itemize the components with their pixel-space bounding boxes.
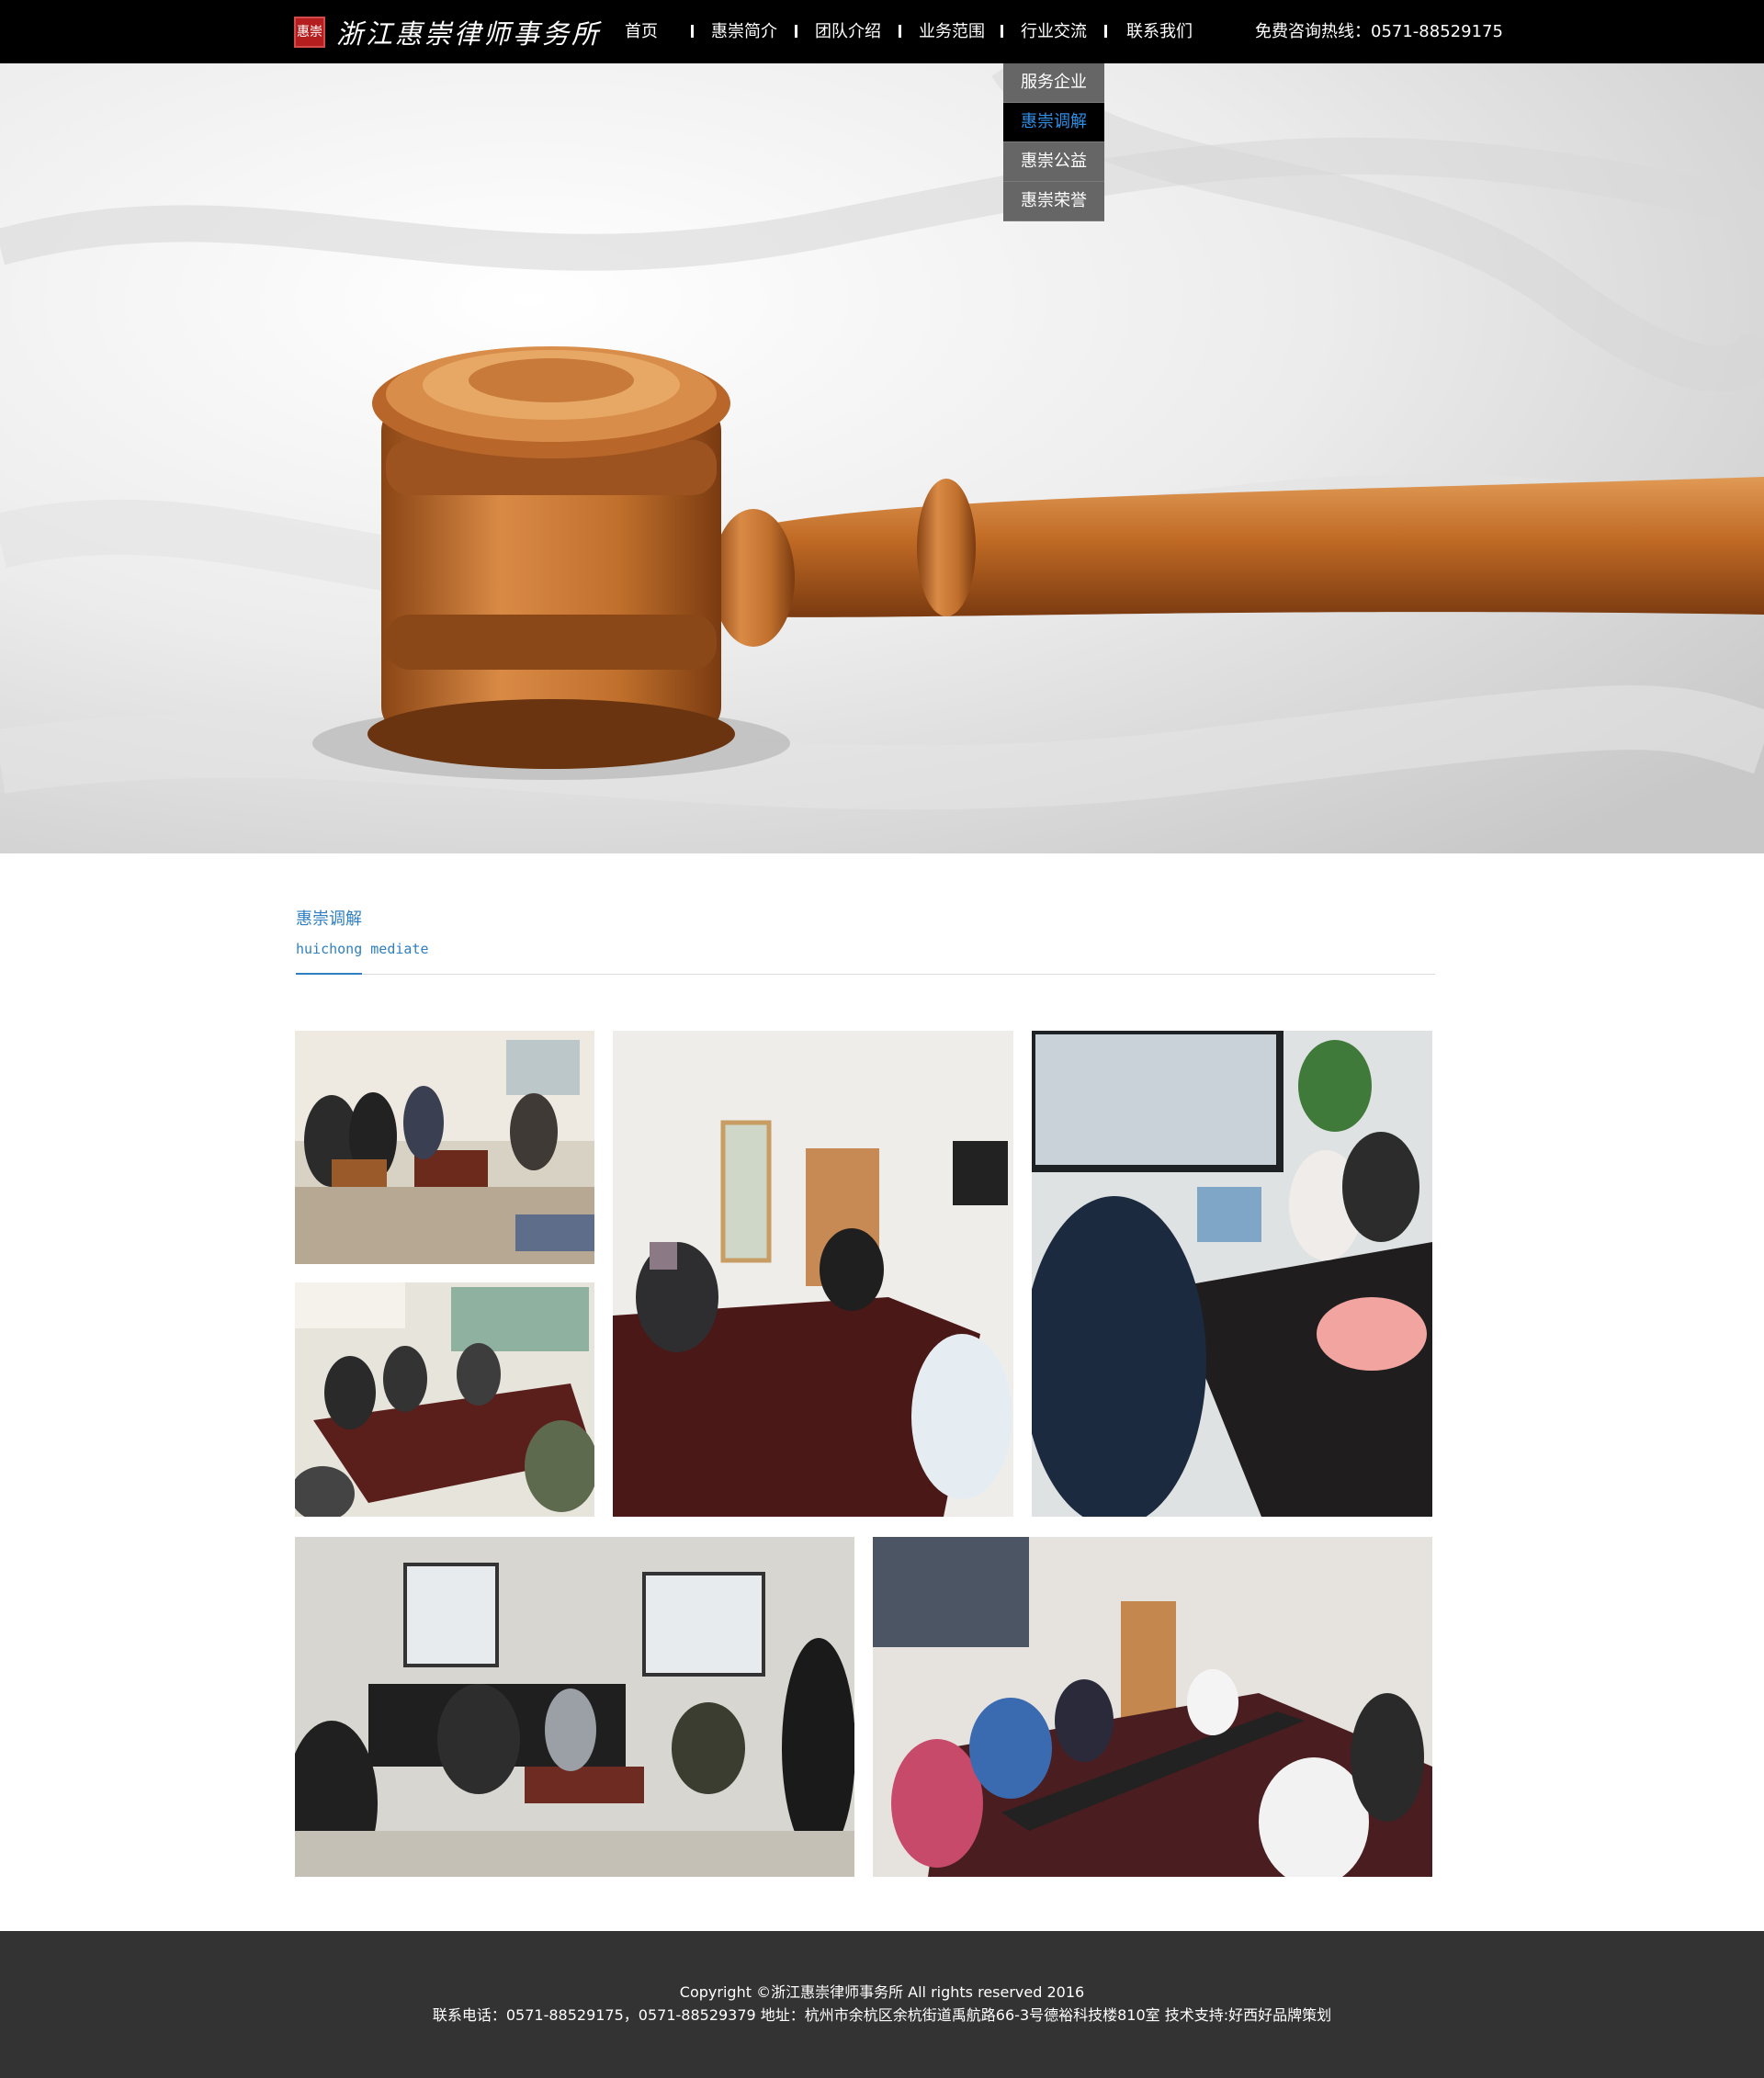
site-footer: Copyright ©浙江惠崇律师事务所 All rights reserved…	[0, 1931, 1764, 2078]
nav-item-about[interactable]: 惠崇简介	[711, 0, 777, 63]
section-divider	[296, 974, 1435, 975]
dropdown-item-honors[interactable]: 惠崇荣誉	[1003, 182, 1104, 221]
dropdown-item-service-companies[interactable]: 服务企业	[1003, 63, 1104, 103]
gavel-image	[0, 63, 1764, 853]
nav-item-services[interactable]: 业务范围	[919, 0, 985, 63]
section-title: 惠崇调解	[296, 909, 362, 929]
logo-text: 浙江惠崇律师事务所	[336, 18, 602, 50]
nav-item-industry-exchange[interactable]: 行业交流	[1021, 0, 1087, 63]
nav-separator	[1001, 25, 1003, 38]
nav-separator	[1104, 25, 1107, 38]
nav-separator	[691, 25, 694, 38]
dropdown-item-mediation[interactable]: 惠崇调解	[1003, 103, 1104, 142]
nav-item-home[interactable]: 首页	[625, 0, 658, 63]
gallery-photo[interactable]	[1032, 1031, 1432, 1517]
nav-item-team[interactable]: 团队介绍	[815, 0, 881, 63]
industry-exchange-dropdown: 服务企业 惠崇调解 惠崇公益 惠崇荣誉	[1003, 63, 1104, 221]
gallery-photo[interactable]	[295, 1031, 594, 1264]
hero-banner	[0, 63, 1764, 853]
gallery-photo[interactable]	[295, 1282, 594, 1517]
footer-contact-info: 联系电话：0571-88529175，0571-88529379 地址：杭州市余…	[432, 2006, 1332, 2024]
gallery-photo[interactable]	[295, 1537, 854, 1877]
hotline-text: 免费咨询热线：0571-88529175	[1255, 22, 1503, 41]
logo-seal-icon: 惠崇	[294, 17, 325, 48]
top-navigation-bar: 惠崇 浙江惠崇律师事务所 首页 惠崇简介 团队介绍 业务范围 行业交流 联系我们…	[0, 0, 1764, 63]
footer-copyright: Copyright ©浙江惠崇律师事务所 All rights reserved…	[679, 1983, 1085, 2001]
dropdown-item-public-welfare[interactable]: 惠崇公益	[1003, 142, 1104, 182]
gallery-photo[interactable]	[873, 1537, 1432, 1877]
gallery-photo[interactable]	[613, 1031, 1013, 1517]
nav-separator	[899, 25, 901, 38]
section-subtitle: huichong mediate	[296, 941, 429, 957]
nav-item-contact[interactable]: 联系我们	[1126, 0, 1193, 63]
section-divider-accent	[296, 973, 362, 975]
nav-separator	[795, 25, 797, 38]
site-logo[interactable]: 惠崇 浙江惠崇律师事务所	[294, 14, 601, 51]
